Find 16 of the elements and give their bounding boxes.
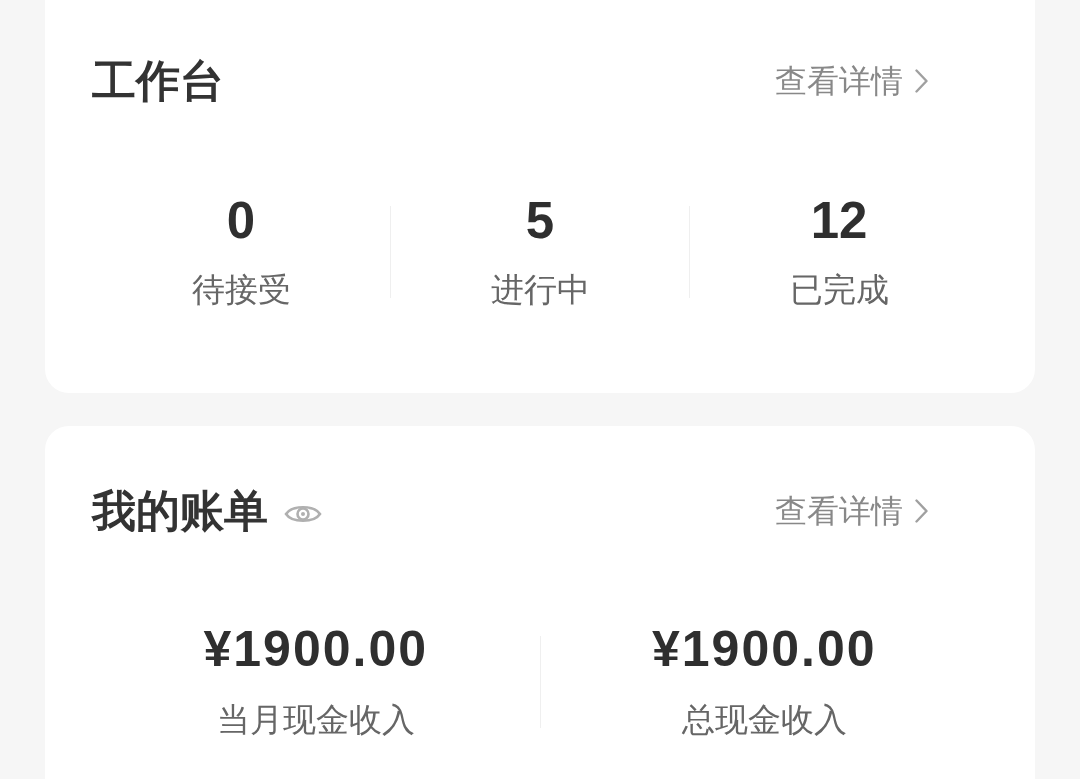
chevron-right-icon [915,69,928,94]
view-details-link[interactable]: 查看详情 [775,492,928,531]
card-title: 我的账单 [92,484,268,537]
count-value: 12 [810,192,868,249]
chevron-right-icon [915,499,928,524]
amount-label: 总现金收入 [681,699,847,740]
amount-value: ¥1900.00 [651,621,877,677]
count-label: 已完成 [789,269,889,310]
count-label: 待接受 [191,269,291,310]
count-label: 进行中 [490,269,590,310]
view-details-link[interactable]: 查看详情 [775,62,928,101]
card-title: 工作台 [92,55,224,107]
count-value: 5 [525,192,555,249]
amount-value: ¥1900.00 [203,621,428,677]
count-value: 0 [226,192,256,249]
amount-label: 当月现金收入 [216,699,415,740]
